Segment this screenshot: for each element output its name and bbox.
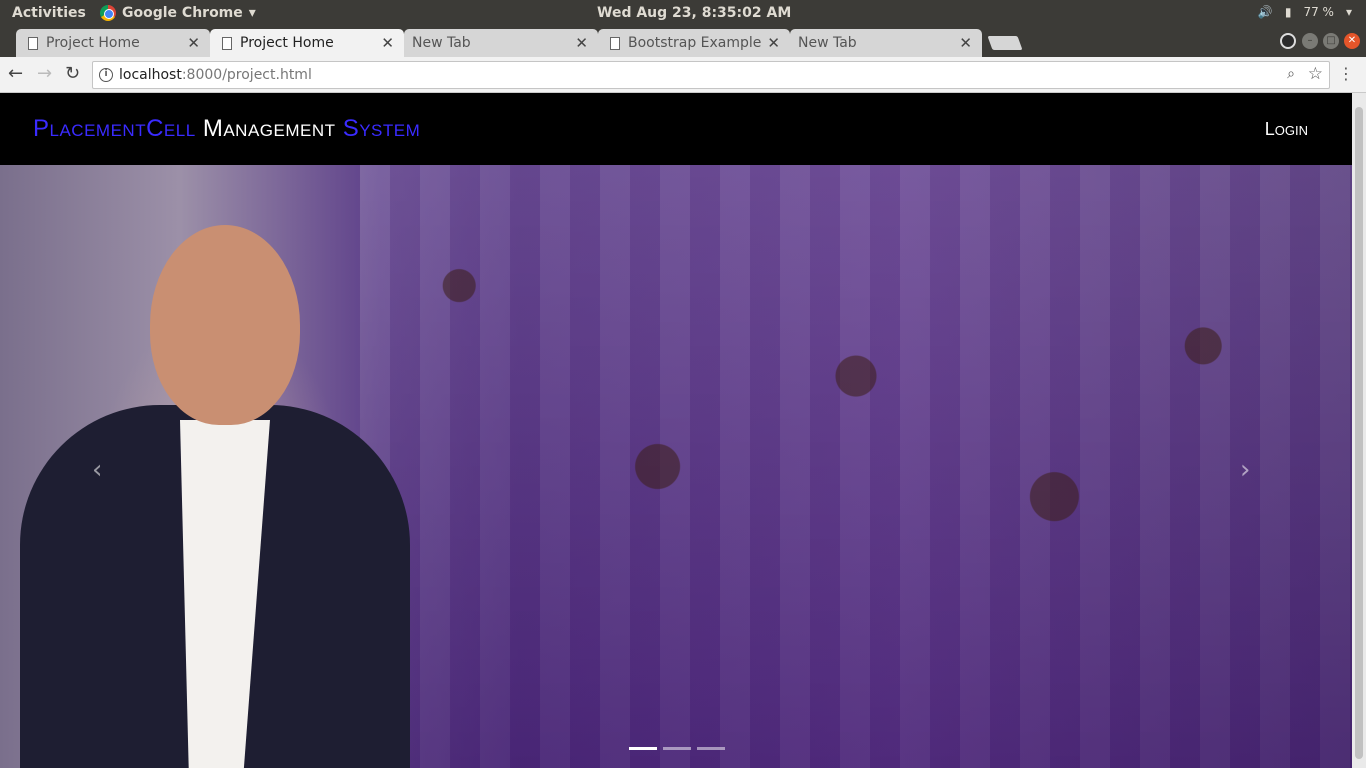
page-icon	[28, 37, 38, 50]
profile-icon[interactable]	[1280, 33, 1296, 49]
tab-strip: Project Home ✕ Project Home ✕ New Tab ✕ …	[0, 27, 1366, 57]
close-icon[interactable]: ✕	[767, 34, 780, 52]
chrome-icon	[100, 5, 116, 21]
carousel-indicator-3[interactable]	[697, 747, 725, 750]
carousel-prev-icon[interactable]: ‹	[92, 455, 102, 485]
carousel-indicator-2[interactable]	[663, 747, 691, 750]
tab-label: New Tab	[798, 35, 857, 51]
site-navbar: PlacementCell Management System Login	[0, 93, 1352, 165]
url-path: :8000/project.html	[181, 67, 312, 83]
page-content: PlacementCell Management System Login ‹ …	[0, 93, 1352, 768]
chevron-down-icon: ▾	[1345, 5, 1352, 19]
battery-level: 77 %	[1303, 5, 1334, 19]
brand-word-management: Management	[202, 115, 336, 142]
site-brand[interactable]: PlacementCell Management System	[33, 115, 420, 143]
tab-label: Project Home	[46, 35, 140, 51]
bookmark-star-icon[interactable]: ☆	[1308, 64, 1323, 84]
login-link[interactable]: Login	[1265, 119, 1308, 140]
carousel-next-icon[interactable]: ›	[1240, 455, 1250, 485]
close-window-icon[interactable]: ✕	[1344, 33, 1360, 49]
close-icon[interactable]: ✕	[187, 34, 200, 52]
carousel-indicator-1[interactable]	[629, 747, 657, 750]
page-icon	[222, 37, 232, 50]
zoom-icon[interactable]: ⌕	[1287, 66, 1295, 82]
menu-icon[interactable]: ⋮	[1338, 64, 1354, 83]
chevron-down-icon: ▾	[248, 5, 256, 21]
volume-icon: 🔊	[1257, 5, 1273, 19]
maximize-icon[interactable]: □	[1323, 33, 1339, 49]
tab-bootstrap-example[interactable]: Bootstrap Example ✕	[598, 29, 790, 57]
info-icon[interactable]: i	[99, 68, 113, 82]
close-icon[interactable]: ✕	[959, 34, 972, 52]
minimize-icon[interactable]: –	[1302, 33, 1318, 49]
system-tray[interactable]: 🔊 ▮ 77 % ▾	[1258, 5, 1352, 19]
new-tab-button[interactable]	[987, 36, 1023, 50]
close-icon[interactable]: ✕	[381, 34, 394, 52]
app-name: Google Chrome	[122, 5, 243, 21]
close-icon[interactable]: ✕	[575, 34, 588, 52]
url-host: localhost	[119, 67, 182, 83]
reload-icon[interactable]: ↻	[65, 63, 80, 84]
tab-project-home-2[interactable]: Project Home ✕	[210, 29, 404, 57]
back-icon[interactable]: ←	[8, 63, 23, 84]
window-controls: – □ ✕	[1302, 33, 1360, 49]
browser-toolbar: ← → ↻ i localhost:8000/project.html ⌕ ☆ …	[0, 57, 1366, 93]
app-menu[interactable]: Google Chrome ▾	[100, 5, 256, 21]
battery-icon: ▮	[1284, 5, 1292, 19]
brand-word-system: System	[342, 115, 421, 142]
address-bar[interactable]: i localhost:8000/project.html ⌕ ☆	[92, 61, 1330, 89]
founder-photo	[20, 205, 410, 768]
page-icon	[610, 37, 620, 50]
scrollbar-thumb[interactable]	[1355, 107, 1363, 759]
brand-word-placementcell: PlacementCell	[33, 115, 196, 142]
clock[interactable]: Wed Aug 23, 8:35:02 AM	[597, 5, 791, 21]
tab-project-home-1[interactable]: Project Home ✕	[16, 29, 210, 57]
tab-label: New Tab	[412, 35, 471, 51]
page-scrollbar[interactable]	[1352, 93, 1366, 768]
tab-new-tab-1[interactable]: New Tab ✕	[404, 29, 598, 57]
tab-label: Bootstrap Example	[628, 35, 762, 51]
tab-new-tab-2[interactable]: New Tab ✕	[790, 29, 982, 57]
forward-icon[interactable]: →	[37, 63, 52, 84]
system-top-bar: Activities Google Chrome ▾ Wed Aug 23, 8…	[0, 0, 1366, 27]
students-photo	[360, 165, 1352, 768]
activities-button[interactable]: Activities	[12, 5, 86, 21]
carousel-indicators	[629, 747, 725, 750]
hero-carousel: ‹ ›	[0, 165, 1352, 768]
tab-label: Project Home	[240, 35, 334, 51]
